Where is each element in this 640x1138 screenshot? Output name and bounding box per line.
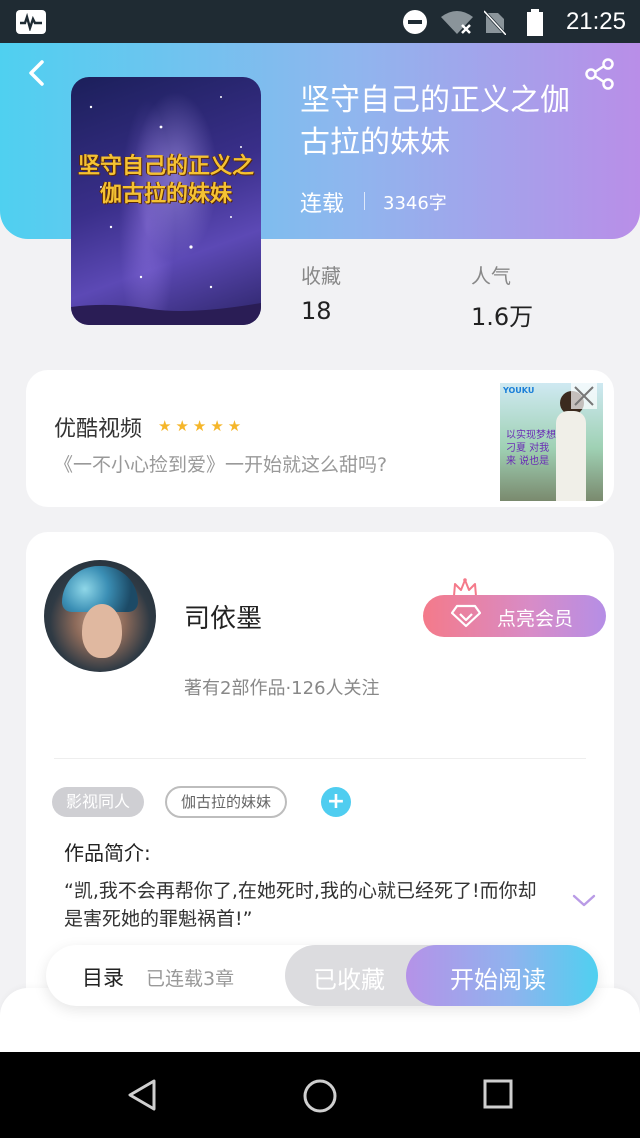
ad-app-name: 优酷视频 [54, 417, 143, 442]
book-status: 连载 [300, 192, 345, 217]
home-circle-icon[interactable] [302, 1078, 338, 1114]
battery-icon [527, 9, 543, 36]
ad-banner[interactable]: 优酷视频 ★★★★★ 《一不小心捡到爱》一开始就这么甜吗? YOUKU 以实现梦… [26, 370, 614, 507]
toc-button[interactable]: 目录 [82, 962, 124, 992]
author-meta: 著有2部作品·126人关注 [184, 678, 380, 699]
activate-vip-button[interactable]: 点亮会员 [423, 595, 606, 637]
author-name[interactable]: 司依墨 [184, 598, 262, 635]
ad-description: 《一不小心捡到爱》一开始就这么甜吗? [54, 454, 388, 476]
divider [54, 758, 586, 759]
status-bar: 21:25 [0, 0, 640, 43]
popularity-label: 人气 [471, 264, 511, 288]
back-triangle-icon[interactable] [126, 1078, 158, 1112]
book-cover[interactable]: 坚守自己的正义之 伽古拉的妹妹 [71, 77, 261, 325]
tag-keyword[interactable]: 伽古拉的妹妹 [165, 786, 288, 818]
status-divider [364, 192, 365, 210]
action-bar: 目录 已连载3章 已收藏 开始阅读 [46, 945, 598, 1006]
popularity-count: 1.6万 [471, 303, 534, 331]
add-tag-button[interactable]: + [321, 787, 351, 817]
collected-button-label: 已收藏 [313, 966, 385, 994]
close-icon[interactable] [571, 383, 597, 409]
chapter-count[interactable]: 已连载3章 [146, 964, 234, 991]
cover-title: 坚守自己的正义之 伽古拉的妹妹 [77, 154, 254, 207]
vip-button-label: 点亮会员 [497, 608, 574, 630]
favorites-count: 18 [301, 297, 332, 325]
avatar-face [82, 604, 122, 658]
navigation-bar [0, 1052, 640, 1138]
start-reading-button[interactable]: 开始阅读 [406, 945, 598, 1006]
start-reading-label: 开始阅读 [450, 966, 546, 994]
no-sim-icon [484, 9, 506, 35]
clock: 21:25 [565, 8, 626, 35]
do-not-disturb-icon [403, 10, 427, 34]
tag-category[interactable]: 影视同人 [52, 787, 145, 817]
ad-thumb-brand: YOUKU [503, 386, 535, 395]
chevron-down-icon[interactable] [572, 894, 596, 908]
ad-thumb-text: 以实现梦想 刁夏 对我来 说也是 [506, 430, 556, 467]
avatar[interactable] [44, 560, 156, 672]
favorites-label: 收藏 [301, 264, 341, 288]
back-arrow-icon[interactable] [22, 58, 52, 88]
wifi-off-icon [441, 11, 473, 34]
intro-heading: 作品简介: [64, 841, 151, 865]
intro-text: “凯,我不会再帮你了,在她死时,我的心就已经死了!而你却是害死她的罪魁祸首!” [64, 880, 537, 930]
recents-square-icon[interactable] [482, 1078, 514, 1110]
word-count: 3346字 [383, 193, 447, 214]
ad-rating-stars: ★★★★★ [158, 417, 246, 435]
activity-monitor-icon [16, 10, 46, 34]
book-title: 坚守自己的正义之伽古拉的妹妹 [300, 83, 570, 160]
ad-thumb-person [556, 411, 586, 501]
diamond-icon [451, 604, 481, 628]
